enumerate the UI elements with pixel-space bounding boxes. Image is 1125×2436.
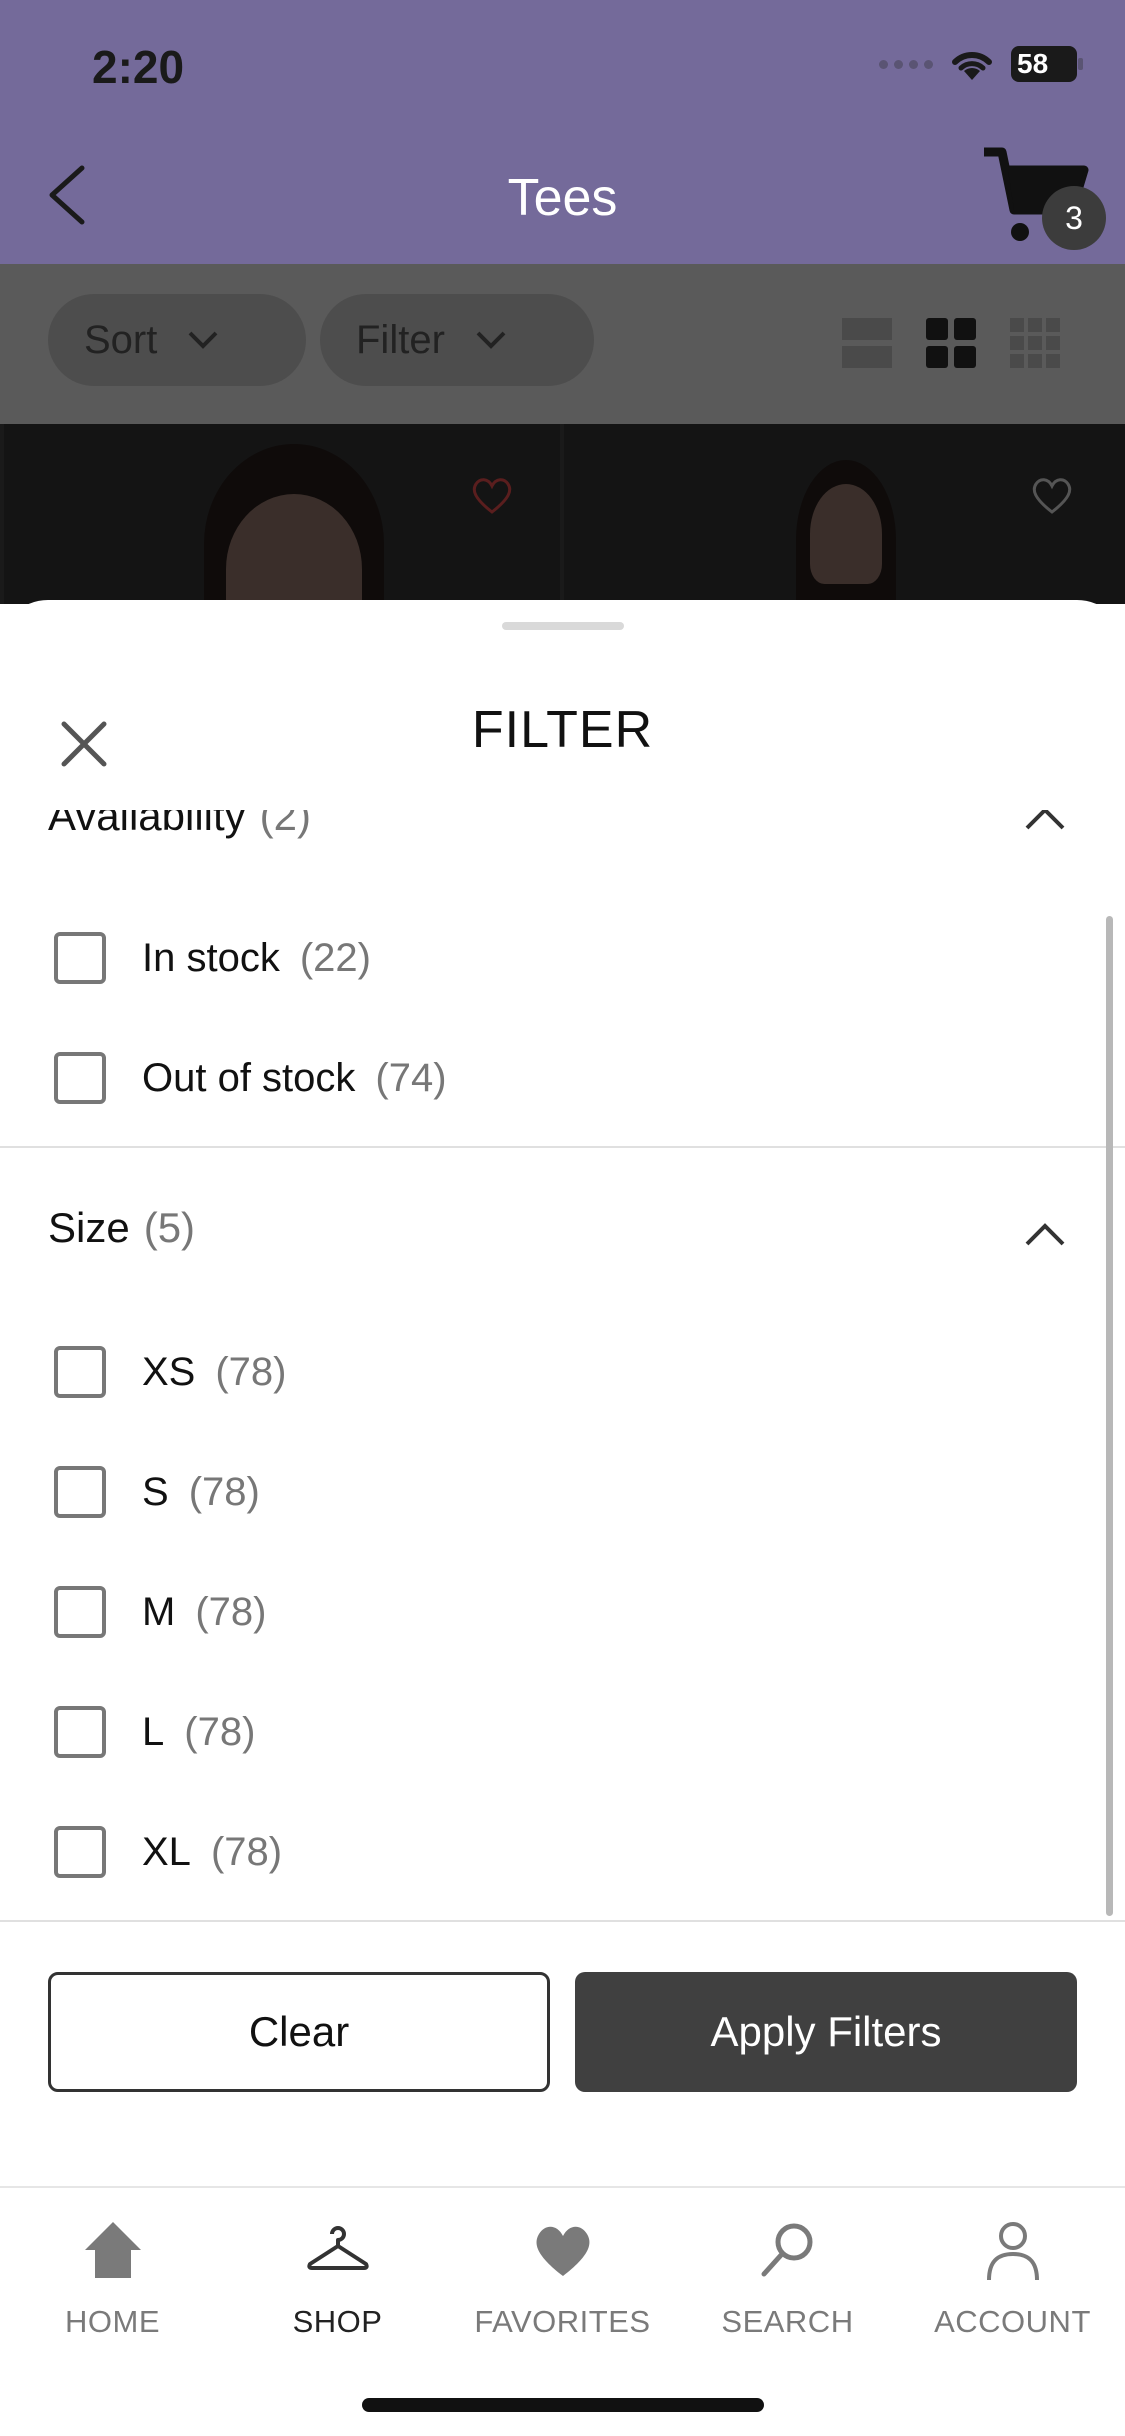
wifi-icon <box>952 51 992 80</box>
tab-label: ACCOUNT <box>934 2304 1091 2339</box>
status-icons: 58 <box>879 46 1083 82</box>
option-count: (78) <box>184 1709 256 1754</box>
hanger-icon <box>306 2226 369 2270</box>
filter-label: Filter <box>356 317 445 362</box>
chevron-down-icon <box>476 331 506 349</box>
tab-shop[interactable]: SHOP <box>225 2218 450 2340</box>
grid-view-icon[interactable] <box>924 316 978 370</box>
option-size-m[interactable]: M (78) <box>54 1582 266 1642</box>
tab-label: HOME <box>65 2304 160 2339</box>
option-label: In stock <box>142 935 280 980</box>
option-in-stock[interactable]: In stock (22) <box>54 928 371 988</box>
option-size-xs[interactable]: XS (78) <box>54 1342 287 1402</box>
option-count: (78) <box>215 1349 287 1394</box>
option-size-l[interactable]: L (78) <box>54 1702 255 1762</box>
cellular-signal-icon <box>879 59 933 69</box>
tab-label: SEARCH <box>721 2304 854 2339</box>
option-label: Out of stock <box>142 1055 356 1100</box>
checkbox[interactable] <box>54 1706 106 1758</box>
option-out-of-stock[interactable]: Out of stock (74) <box>54 1048 447 1108</box>
sort-label: Sort <box>84 317 158 362</box>
scrollbar[interactable] <box>1106 916 1113 1916</box>
heart-icon[interactable] <box>470 476 514 516</box>
checkbox[interactable] <box>54 932 106 984</box>
section-name: Availability <box>48 810 246 839</box>
filter-button[interactable]: Filter <box>320 294 594 386</box>
status-time: 2:20 <box>92 41 185 93</box>
battery-icon: 58 <box>1011 46 1083 82</box>
option-count: (22) <box>299 935 371 980</box>
footer-divider <box>0 1920 1125 1922</box>
sort-button[interactable]: Sort <box>48 294 306 386</box>
search-icon <box>761 2223 812 2277</box>
chevron-up-icon[interactable] <box>1023 810 1067 832</box>
heart-icon[interactable] <box>1030 476 1074 516</box>
section-divider <box>0 1146 1125 1148</box>
page-title: Tees <box>507 169 618 227</box>
size-section-header[interactable]: Size (5) <box>48 1204 195 1252</box>
tab-favorites[interactable]: FAVORITES <box>450 2218 675 2340</box>
option-count: (78) <box>195 1589 267 1634</box>
option-count: (78) <box>210 1829 283 1874</box>
checkbox[interactable] <box>54 1346 106 1398</box>
sort-filter-toolbar: Sort Filter <box>0 264 1125 424</box>
filter-list[interactable]: Availability (2) In stock (22) Out of sto… <box>0 810 1125 1910</box>
sheet-title: FILTER <box>471 701 654 759</box>
tab-label: FAVORITES <box>474 2304 651 2339</box>
heart-icon <box>536 2226 589 2276</box>
option-size-xl[interactable]: XL (78) <box>54 1822 282 1882</box>
option-label: XS <box>142 1349 196 1394</box>
option-label: XL <box>142 1829 191 1874</box>
chevron-down-icon <box>188 331 218 349</box>
product-card[interactable] <box>564 424 1125 604</box>
tab-search[interactable]: SEARCH <box>675 2218 900 2340</box>
option-count: (74) <box>375 1055 447 1100</box>
list-view-icon[interactable] <box>840 316 894 370</box>
checkbox[interactable] <box>54 1466 106 1518</box>
section-count: (5) <box>143 1204 196 1251</box>
tab-home[interactable]: HOME <box>0 2218 225 2340</box>
tab-account[interactable]: ACCOUNT <box>900 2218 1125 2340</box>
sheet-grabber[interactable] <box>502 622 624 630</box>
app-header: 2:20 58 Tees 3 <box>0 0 1125 264</box>
tab-label: SHOP <box>292 2304 383 2339</box>
chevron-up-icon[interactable] <box>1023 1218 1067 1248</box>
home-icon <box>84 2222 141 2278</box>
section-name: Size <box>48 1204 130 1251</box>
dense-grid-view-icon[interactable] <box>1008 316 1062 370</box>
product-grid <box>0 424 1125 604</box>
checkbox[interactable] <box>54 1052 106 1104</box>
filter-sheet: FILTER Availability (2) In stock (22) Out… <box>0 600 1125 2190</box>
option-label: S <box>142 1469 169 1514</box>
apply-filters-button[interactable]: Apply Filters <box>575 1972 1077 2092</box>
clear-button[interactable]: Clear <box>48 1972 550 2092</box>
option-label: M <box>142 1589 176 1634</box>
section-count: (2) <box>259 810 311 839</box>
person-icon <box>986 2222 1039 2281</box>
checkbox[interactable] <box>54 1586 106 1638</box>
cart-count-badge: 3 <box>1042 186 1106 250</box>
checkbox[interactable] <box>54 1826 106 1878</box>
option-count: (78) <box>188 1469 260 1514</box>
option-size-s[interactable]: S (78) <box>54 1462 260 1522</box>
battery-level: 58 <box>1017 48 1049 79</box>
product-card[interactable] <box>4 424 560 604</box>
home-indicator <box>362 2398 764 2412</box>
option-label: L <box>142 1709 165 1754</box>
availability-section-header[interactable]: Availability (2) <box>48 810 311 840</box>
